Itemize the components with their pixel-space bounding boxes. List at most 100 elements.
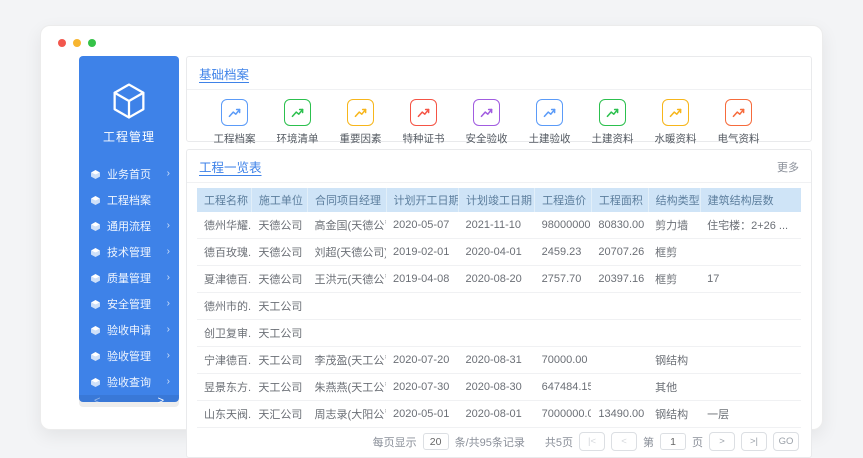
sidebar-item-label: 安全管理 xyxy=(107,296,151,312)
table-row[interactable]: 创卫复审... 天工公司 xyxy=(197,320,801,347)
cell-planned-start-date xyxy=(386,320,458,347)
archive-section-title[interactable]: 基础档案 xyxy=(199,64,249,83)
table-column-header[interactable]: 工程造价 xyxy=(535,188,592,212)
table-column-header[interactable]: 结构类型 xyxy=(648,188,700,212)
project-table: 工程名称施工单位合同项目经理计划开工日期计划竣工日期工程造价工程面积结构类型建筑… xyxy=(197,188,801,428)
table-column-header[interactable]: 合同项目经理 xyxy=(308,188,387,212)
cell-planned-end-date: 2020-08-20 xyxy=(459,266,535,293)
table-column-header[interactable]: 建筑结构层数 xyxy=(700,188,801,212)
sidebar-menu-item[interactable]: 安全管理 › xyxy=(79,291,179,317)
sidebar-menu-item[interactable]: 通用流程 › xyxy=(79,213,179,239)
sidebar-collapse-left-icon[interactable]: < xyxy=(94,395,100,407)
cell-planned-end-date xyxy=(459,320,535,347)
cell-project-name: 山东天阀... xyxy=(197,401,251,428)
prev-page-button[interactable]: < xyxy=(611,432,637,451)
window-content: 工程管理 业务首页 › xyxy=(79,56,812,402)
cell-planned-end-date: 2020-08-01 xyxy=(459,401,535,428)
go-button[interactable]: GO xyxy=(773,432,799,451)
cell-project-manager xyxy=(308,293,387,320)
app-window: 工程管理 业务首页 › xyxy=(40,25,823,430)
archive-shortcut-label: 特种证书 xyxy=(403,131,445,146)
chevron-right-icon: › xyxy=(167,169,170,179)
close-window-icon[interactable] xyxy=(58,39,66,47)
table-row[interactable]: 德州市的... 天工公司 xyxy=(197,293,801,320)
per-page-input[interactable] xyxy=(423,433,449,450)
sidebar-menu-item[interactable]: 验收查询 › xyxy=(79,369,179,395)
table-row[interactable]: 夏津德百... 天德公司 王洪元(天德公司) 2019-04-08 2020-0… xyxy=(197,266,801,293)
trend-chart-icon xyxy=(221,99,248,126)
sidebar-menu-item[interactable]: 质量管理 › xyxy=(79,265,179,291)
maximize-window-icon[interactable] xyxy=(88,39,96,47)
cell-project-area: 20707.26 xyxy=(591,239,648,266)
sidebar-menu-item[interactable]: 技术管理 › xyxy=(79,239,179,265)
sidebar-menu-item[interactable]: 验收管理 › xyxy=(79,343,179,369)
project-list-card: 工程一览表 更多 工程名称施工单位合同项目经理计划开工日期计 xyxy=(186,149,812,458)
chevron-right-icon: › xyxy=(167,247,170,257)
sidebar-collapse-right-icon[interactable]: > xyxy=(158,395,164,407)
archive-shortcut[interactable]: 工程档案 xyxy=(203,99,266,146)
cell-project-cost xyxy=(535,293,592,320)
sidebar-menu-item[interactable]: 工程档案 › xyxy=(79,187,179,213)
archive-shortcut[interactable]: 水暖资料 xyxy=(644,99,707,146)
cell-planned-start-date: 2019-02-01 xyxy=(386,239,458,266)
chevron-right-icon: › xyxy=(167,299,170,309)
table-row[interactable]: 山东天阀... 天汇公司 周志录(大阳公司) 2020-05-01 2020-0… xyxy=(197,401,801,428)
cell-building-floors xyxy=(700,347,801,374)
box-icon xyxy=(90,247,101,258)
project-table-wrapper: 工程名称施工单位合同项目经理计划开工日期计划竣工日期工程造价工程面积结构类型建筑… xyxy=(187,183,811,428)
archive-shortcut[interactable]: 环境清单 xyxy=(266,99,329,146)
archive-shortcut[interactable]: 电气资料 xyxy=(707,99,770,146)
cell-planned-start-date: 2020-07-30 xyxy=(386,374,458,401)
box-icon xyxy=(90,377,101,388)
cell-planned-end-date: 2021-11-10 xyxy=(459,212,535,239)
archive-shortcut[interactable]: 重要因素 xyxy=(329,99,392,146)
cell-project-name: 德百玫瑰... xyxy=(197,239,251,266)
sidebar-item-label: 工程档案 xyxy=(107,192,151,208)
sidebar-item-label: 质量管理 xyxy=(107,270,151,286)
trend-chart-icon xyxy=(410,99,437,126)
cell-project-name: 昱景东方... xyxy=(197,374,251,401)
table-column-header[interactable]: 计划竣工日期 xyxy=(459,188,535,212)
trend-chart-icon xyxy=(284,99,311,126)
page-number-input[interactable] xyxy=(660,433,686,450)
archive-shortcut[interactable]: 土建验收 xyxy=(518,99,581,146)
table-row[interactable]: 德州华耀... 天德公司 高金国(天德公司) 2020-05-07 2021-1… xyxy=(197,212,801,239)
project-list-title[interactable]: 工程一览表 xyxy=(199,157,262,176)
archive-shortcut[interactable]: 特种证书 xyxy=(392,99,455,146)
sidebar-item-label: 技术管理 xyxy=(107,244,151,260)
cell-construction-unit: 天工公司 xyxy=(251,347,307,374)
archive-shortcut[interactable]: 安全验收 xyxy=(455,99,518,146)
table-column-header[interactable]: 计划开工日期 xyxy=(386,188,458,212)
next-page-button[interactable]: > xyxy=(709,432,735,451)
table-column-header[interactable]: 施工单位 xyxy=(251,188,307,212)
table-header-row: 工程名称施工单位合同项目经理计划开工日期计划竣工日期工程造价工程面积结构类型建筑… xyxy=(197,188,801,212)
archive-shortcut[interactable]: 土建资料 xyxy=(581,99,644,146)
table-column-header[interactable]: 工程名称 xyxy=(197,188,251,212)
cell-project-cost xyxy=(535,320,592,347)
table-row[interactable]: 德百玫瑰... 天德公司 刘超(天德公司) 2019-02-01 2020-04… xyxy=(197,239,801,266)
sidebar-menu-item[interactable]: 验收申请 › xyxy=(79,317,179,343)
basic-archive-card: 基础档案 xyxy=(186,56,812,142)
minimize-window-icon[interactable] xyxy=(73,39,81,47)
first-page-button[interactable]: |< xyxy=(579,432,605,451)
cell-project-area xyxy=(591,320,648,347)
cell-project-name: 德州市的... xyxy=(197,293,251,320)
app-logo: 工程管理 xyxy=(79,56,179,145)
table-row[interactable]: 宁津德百... 天工公司 李茂盈(天工公司) 2020-07-20 2020-0… xyxy=(197,347,801,374)
archive-shortcut-label: 电气资料 xyxy=(718,131,760,146)
archive-shortcut-label: 土建资料 xyxy=(592,131,634,146)
table-row[interactable]: 昱景东方... 天工公司 朱燕燕(天工公司) 2020-07-30 2020-0… xyxy=(197,374,801,401)
table-column-header[interactable]: 工程面积 xyxy=(591,188,648,212)
sidebar-item-label: 验收管理 xyxy=(107,348,151,364)
cell-building-floors: 一层 xyxy=(700,401,801,428)
cell-construction-unit: 天德公司 xyxy=(251,239,307,266)
cell-planned-end-date: 2020-08-31 xyxy=(459,347,535,374)
cell-planned-start-date: 2020-05-01 xyxy=(386,401,458,428)
sidebar-item-label: 验收查询 xyxy=(107,374,151,390)
last-page-button[interactable]: >| xyxy=(741,432,767,451)
box-icon xyxy=(90,299,101,310)
sidebar-menu-item[interactable]: 业务首页 › xyxy=(79,161,179,187)
trend-chart-icon xyxy=(599,99,626,126)
chevron-right-icon: › xyxy=(167,221,170,231)
more-link[interactable]: 更多 xyxy=(777,159,799,175)
